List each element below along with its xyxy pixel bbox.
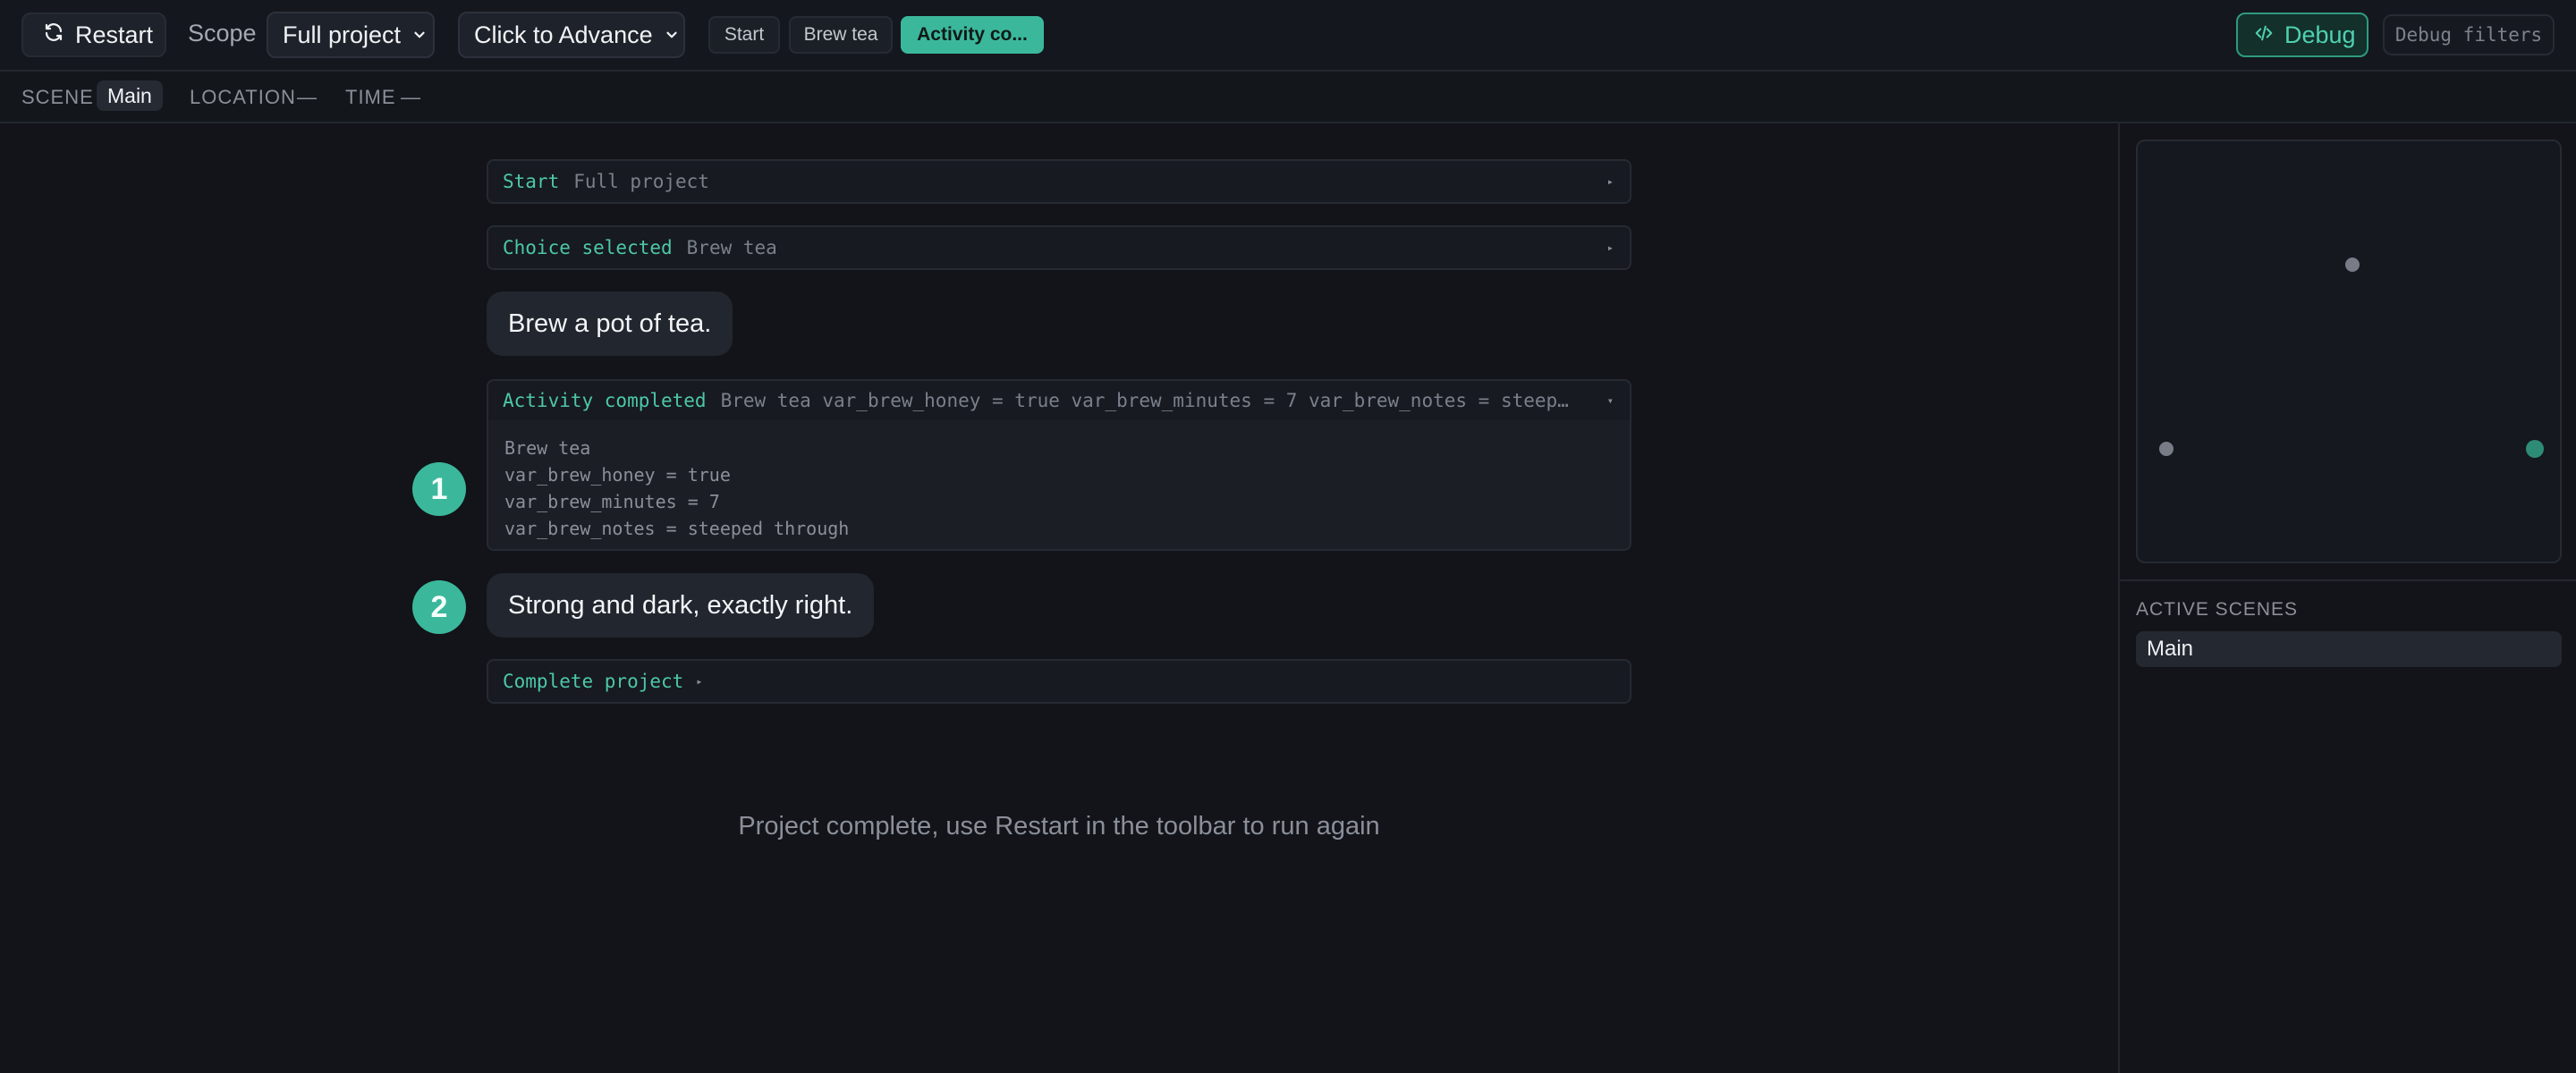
graph-node[interactable]	[2345, 258, 2360, 272]
project-complete-message: Project complete, use Restart in the too…	[738, 812, 1380, 841]
scene-bar: SCENE Main LOCATION — TIME —	[0, 72, 2576, 123]
refresh-icon	[43, 21, 64, 49]
detail-line: var_brew_honey = true	[504, 464, 731, 486]
activity-details: Brew tea var_brew_honey = true var_brew_…	[487, 420, 1631, 551]
debug-label: Debug	[2284, 21, 2356, 48]
complete-project-row[interactable]: Complete project ▸	[487, 659, 1631, 704]
toolbar: Restart Scope Full project Click to Adva…	[0, 0, 2576, 72]
scope-label: Scope	[188, 20, 257, 46]
collapse-caret-icon: ▾	[1606, 394, 1614, 407]
expand-caret-icon: ▸	[696, 675, 703, 688]
log-key: Activity completed	[503, 390, 707, 411]
log-start-row[interactable]: Start Full project ▸	[487, 159, 1631, 204]
expand-caret-icon: ▸	[1606, 241, 1614, 254]
location-value: —	[297, 86, 318, 108]
chevron-down-icon	[664, 21, 680, 49]
dialogue-bubble: Strong and dark, exactly right.	[487, 573, 875, 638]
log-value: Brew tea var_brew_honey = true var_brew_…	[720, 390, 1576, 411]
restart-button[interactable]: Restart	[21, 13, 166, 57]
scene-graph-minimap[interactable]	[2136, 139, 2562, 563]
log-key: Complete project	[503, 671, 684, 692]
restart-label: Restart	[75, 21, 154, 48]
dialogue-bubble: Brew a pot of tea.	[487, 291, 733, 356]
detail-line: Brew tea	[504, 437, 591, 459]
step-number-badge: 1	[412, 462, 466, 516]
graph-node-active[interactable]	[2526, 440, 2544, 458]
active-scene-item[interactable]: Main	[2136, 631, 2562, 667]
location-label: LOCATION	[190, 86, 296, 108]
advance-mode-select[interactable]: Click to Advance	[458, 12, 685, 58]
detail-line: var_brew_minutes = 7	[504, 491, 720, 512]
scope-value: Full project	[283, 21, 402, 48]
debug-filters-button[interactable]: Debug filters	[2383, 14, 2555, 55]
step-number-badge: 2	[412, 580, 466, 634]
panel-divider	[2120, 579, 2576, 581]
expand-caret-icon: ▸	[1606, 175, 1614, 188]
breadcrumb-chip-start[interactable]: Start	[708, 16, 780, 54]
time-label: TIME	[345, 86, 396, 108]
right-panel: ACTIVE SCENES Main	[2118, 123, 2576, 1073]
chevron-down-icon	[411, 21, 428, 49]
code-icon	[2254, 21, 2274, 49]
breadcrumb-chip-activity[interactable]: Activity co...	[901, 16, 1044, 54]
time-value: —	[401, 86, 421, 108]
scene-label: SCENE	[21, 86, 94, 108]
log-value: Brew tea	[686, 237, 777, 258]
advance-mode-value: Click to Advance	[474, 21, 653, 48]
log-key: Choice selected	[503, 237, 673, 258]
detail-line: var_brew_notes = steeped through	[504, 518, 850, 539]
log-key: Start	[503, 171, 560, 192]
active-scenes-title: ACTIVE SCENES	[2136, 599, 2299, 620]
graph-node[interactable]	[2159, 442, 2174, 456]
breadcrumb-chip-brew-tea[interactable]: Brew tea	[789, 16, 893, 54]
debug-button[interactable]: Debug	[2236, 13, 2368, 57]
scope-select[interactable]: Full project	[267, 12, 435, 58]
log-value: Full project	[573, 171, 709, 192]
log-activity-row[interactable]: Activity completed Brew tea var_brew_hon…	[487, 379, 1631, 422]
scene-value-badge: Main	[97, 80, 163, 111]
log-choice-row[interactable]: Choice selected Brew tea ▸	[487, 225, 1631, 270]
